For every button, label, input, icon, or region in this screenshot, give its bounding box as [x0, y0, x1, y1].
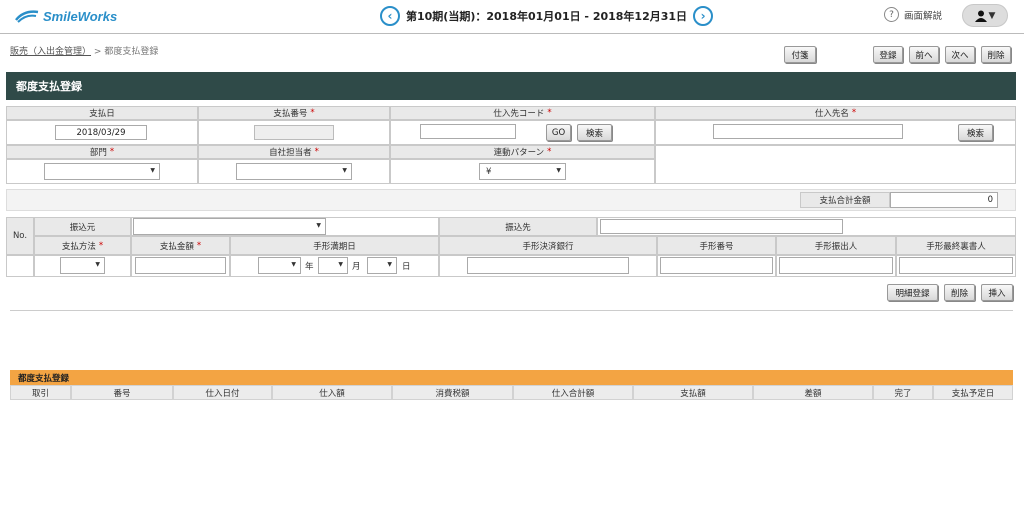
dropdown-arrow-icon: ▼	[556, 167, 561, 174]
bank-label: 手形決済銀行	[439, 236, 657, 255]
help-icon: ?	[884, 7, 899, 22]
grid-col-header[interactable]: 仕入日付	[173, 385, 272, 400]
help-link[interactable]: ? 画面解説	[884, 7, 942, 22]
transfer-to-label: 振込先	[439, 217, 597, 236]
dropdown-arrow-icon: ▼	[316, 222, 321, 229]
breadcrumb-separator: >	[93, 47, 102, 57]
pattern-label: 連動パターン *	[390, 145, 655, 159]
grid-col-header[interactable]: 完了	[873, 385, 933, 400]
breadcrumb-parent-link[interactable]: 販売（入出金管理）	[10, 47, 91, 57]
dropdown-arrow-icon: ▼	[291, 261, 296, 268]
help-label: 画面解説	[904, 10, 943, 22]
grid-col-header[interactable]: 支払予定日	[933, 385, 1013, 400]
endorser-input[interactable]	[899, 257, 1013, 274]
page-title: 都度支払登録	[6, 72, 1016, 100]
next-period-button[interactable]: ›	[693, 6, 714, 26]
dropdown-arrow-icon: ▼	[150, 167, 155, 174]
supplier-name-input[interactable]	[713, 124, 903, 139]
grid-col-header[interactable]: 支払額	[633, 385, 753, 400]
grid-col-header[interactable]: 消費税額	[392, 385, 513, 400]
amount-input[interactable]	[135, 257, 226, 274]
staff-select[interactable]: ▼	[236, 163, 352, 180]
dept-label: 部門 *	[6, 145, 198, 159]
divider	[10, 310, 1013, 311]
transfer-from-label: 振込元	[34, 217, 131, 236]
method-label: 支払方法 *	[34, 236, 131, 255]
due-date-label: 手形満期日	[230, 236, 439, 255]
attach-note-button[interactable]: 付箋	[784, 46, 816, 63]
detail-insert-button[interactable]: 挿入	[981, 284, 1013, 301]
chevron-down-icon: ▼	[988, 10, 996, 21]
pay-no-input[interactable]	[254, 125, 334, 140]
drawer-label: 手形振出人	[776, 236, 896, 255]
chevron-left-icon: ‹	[387, 9, 393, 23]
dropdown-arrow-icon: ▼	[342, 167, 347, 174]
empty-cell	[655, 145, 1016, 184]
pay-date-input[interactable]: 2018/03/29	[55, 125, 147, 140]
drawer-input[interactable]	[779, 257, 893, 274]
logo[interactable]: SmileWorks	[14, 6, 117, 26]
period-label: 第10期(当期)：2018年01月01日 - 2018年12月31日	[406, 10, 688, 23]
user-icon	[974, 10, 987, 22]
year-label: 年	[305, 262, 314, 272]
breadcrumb: 販売（入出金管理） > 都度支払登録	[10, 44, 158, 57]
pattern-value: ¥	[486, 166, 492, 177]
period-selector: ‹ 第10期(当期)：2018年01月01日 - 2018年12月31日 ›	[380, 5, 714, 27]
delete-button[interactable]: 削除	[981, 46, 1011, 63]
supplier-name-label: 仕入先名 *	[655, 106, 1016, 120]
grid-col-header[interactable]: 仕入額	[272, 385, 392, 400]
staff-label: 自社担当者 *	[198, 145, 390, 159]
grid-col-header[interactable]: 取引	[10, 385, 71, 400]
supplier-name-search-button[interactable]: 検索	[958, 124, 993, 141]
amount-label: 支払金額 *	[131, 236, 230, 255]
bank-input[interactable]	[467, 257, 629, 274]
supplier-code-input[interactable]	[420, 124, 516, 139]
no-cell	[6, 255, 34, 277]
go-button[interactable]: GO	[546, 124, 571, 141]
dropdown-arrow-icon: ▼	[95, 261, 100, 268]
detail-delete-button[interactable]: 削除	[944, 284, 975, 301]
detail-register-button[interactable]: 明細登録	[887, 284, 938, 301]
breadcrumb-current: 都度支払登録	[104, 47, 159, 57]
endorser-label: 手形最終裏書人	[896, 236, 1016, 255]
due-month-select[interactable]: ▼	[318, 257, 348, 274]
dept-select[interactable]: ▼	[44, 163, 160, 180]
transfer-from-select[interactable]: ▼	[133, 218, 326, 235]
bill-no-input[interactable]	[660, 257, 773, 274]
dropdown-arrow-icon: ▼	[338, 261, 343, 268]
bill-no-label: 手形番号	[657, 236, 776, 255]
user-menu-button[interactable]: ▼	[962, 4, 1008, 27]
no-header: No.	[6, 217, 34, 255]
due-day-select[interactable]: ▼	[367, 257, 397, 274]
next-button[interactable]: 次へ	[945, 46, 975, 63]
pay-no-label: 支払番号 *	[198, 106, 390, 120]
prev-button[interactable]: 前へ	[909, 46, 939, 63]
pattern-select[interactable]: ¥ ▼	[479, 163, 566, 180]
prev-period-button[interactable]: ‹	[380, 6, 400, 26]
method-select[interactable]: ▼	[60, 257, 105, 274]
dropdown-arrow-icon: ▼	[387, 261, 392, 268]
logo-icon	[15, 10, 39, 23]
register-button[interactable]: 登録	[873, 46, 903, 63]
grid-col-header[interactable]: 仕入合計額	[513, 385, 633, 400]
grid-col-header[interactable]: 差額	[753, 385, 873, 400]
pay-date-label: 支払日	[6, 106, 198, 120]
month-label: 月	[352, 262, 361, 272]
supplier-code-label: 仕入先コード *	[390, 106, 655, 120]
grid-title: 都度支払登録	[10, 370, 1013, 385]
grid-col-header[interactable]: 番号	[71, 385, 173, 400]
total-value: 0	[890, 192, 998, 208]
day-label: 日	[402, 262, 411, 272]
due-year-select[interactable]: ▼	[258, 257, 301, 274]
transfer-to-input[interactable]	[600, 219, 843, 234]
chevron-right-icon: ›	[700, 9, 706, 23]
logo-text: SmileWorks	[43, 8, 118, 24]
supplier-code-search-button[interactable]: 検索	[577, 124, 612, 141]
total-label: 支払合計金額	[800, 192, 890, 208]
